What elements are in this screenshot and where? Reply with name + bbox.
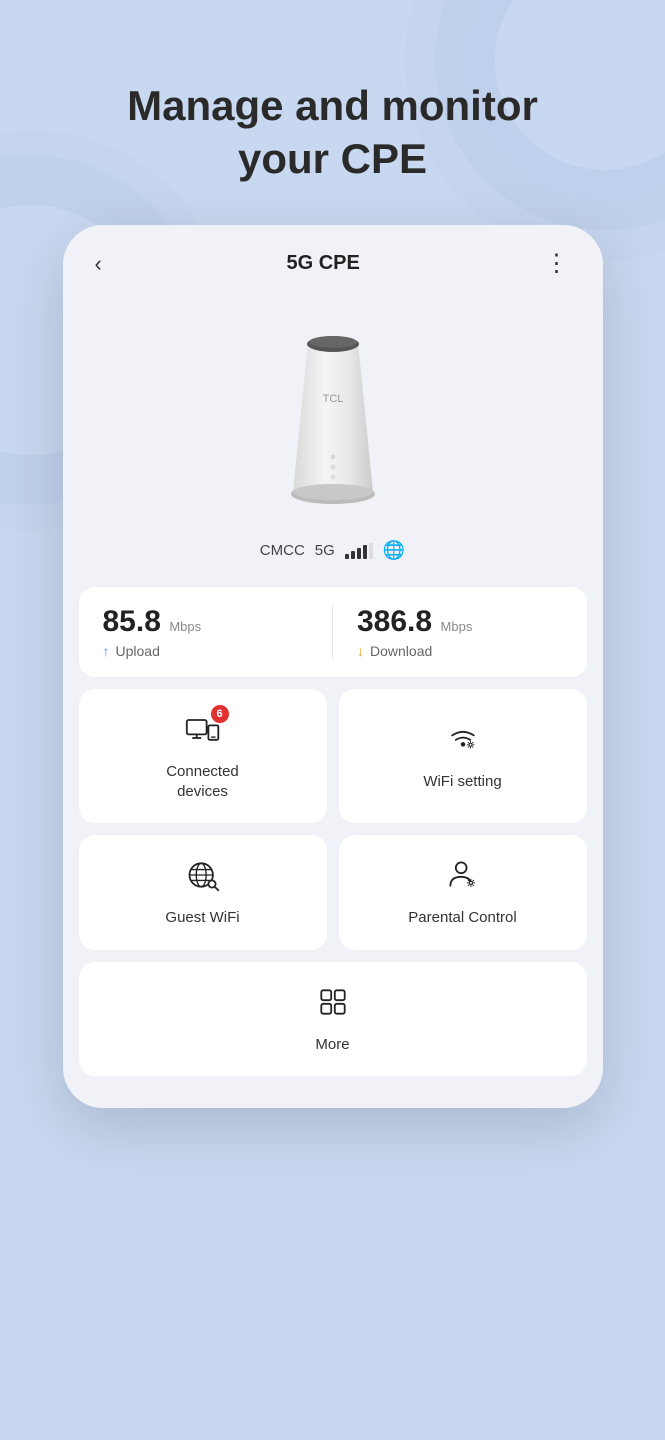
phone-frame: ‹ 5G CPE ⋮ bbox=[63, 225, 603, 1108]
phone-title: 5G CPE bbox=[286, 252, 359, 275]
network-label: 5G bbox=[315, 542, 335, 559]
signal-bar-4 bbox=[363, 545, 367, 559]
upload-label-row: ↑ Upload bbox=[103, 643, 309, 659]
signal-bars bbox=[345, 543, 373, 559]
upload-value: 85.8 bbox=[103, 605, 161, 638]
download-value: 386.8 bbox=[357, 605, 432, 638]
grid-panel: 6 Connecteddevices bbox=[79, 689, 587, 1076]
download-label-row: ↓ Download bbox=[357, 643, 563, 659]
person-gear-icon bbox=[445, 857, 481, 898]
parental-control-label: Parental Control bbox=[408, 908, 516, 928]
more-card[interactable]: More bbox=[79, 962, 587, 1077]
download-arrow-icon: ↓ bbox=[357, 643, 364, 659]
speed-panel: 85.8 Mbps ↑ Upload 386.8 Mbps ↓ Download bbox=[79, 587, 587, 677]
devices-icon: 6 bbox=[185, 711, 221, 752]
device-area: TCL CMCC 5G bbox=[63, 292, 603, 587]
signal-bar-2 bbox=[351, 551, 355, 559]
phone-bottom-padding bbox=[63, 1088, 603, 1108]
parental-control-card[interactable]: Parental Control bbox=[339, 835, 587, 950]
globe-icon: 🌐 bbox=[383, 540, 405, 561]
svg-text:TCL: TCL bbox=[322, 393, 343, 405]
connected-devices-card[interactable]: 6 Connecteddevices bbox=[79, 689, 327, 823]
phone-container: ‹ 5G CPE ⋮ bbox=[0, 225, 665, 1108]
hero-title: Manage and monitor your CPE bbox=[0, 80, 665, 185]
wifi-gear-icon bbox=[445, 721, 481, 762]
download-label: Download bbox=[370, 643, 432, 659]
more-label: More bbox=[315, 1035, 349, 1055]
hero-title-line2: your CPE bbox=[238, 135, 427, 182]
hero-section: Manage and monitor your CPE bbox=[0, 0, 665, 225]
router-image: TCL bbox=[243, 312, 423, 532]
wifi-setting-card[interactable]: WiFi setting bbox=[339, 689, 587, 823]
upload-value-row: 85.8 Mbps bbox=[103, 605, 309, 639]
hero-title-line1: Manage and monitor bbox=[127, 82, 538, 129]
download-speed: 386.8 Mbps ↓ Download bbox=[357, 605, 563, 659]
upload-arrow-icon: ↑ bbox=[103, 643, 110, 659]
wifi-setting-label: WiFi setting bbox=[423, 772, 501, 792]
upload-unit: Mbps bbox=[169, 619, 201, 634]
guest-wifi-card[interactable]: Guest WiFi bbox=[79, 835, 327, 950]
signal-bar-5 bbox=[369, 543, 373, 559]
carrier-label: CMCC bbox=[260, 542, 305, 559]
back-button[interactable]: ‹ bbox=[87, 247, 110, 281]
download-value-row: 386.8 Mbps bbox=[357, 605, 563, 639]
download-unit: Mbps bbox=[441, 619, 473, 634]
status-bar: CMCC 5G 🌐 bbox=[260, 540, 405, 561]
upload-speed: 85.8 Mbps ↑ Upload bbox=[103, 605, 334, 659]
connected-devices-badge: 6 bbox=[211, 705, 229, 723]
more-menu-button[interactable]: ⋮ bbox=[537, 245, 579, 282]
signal-bar-3 bbox=[357, 548, 361, 559]
signal-bar-1 bbox=[345, 554, 349, 559]
connected-devices-label: Connecteddevices bbox=[166, 762, 239, 801]
globe-search-icon bbox=[185, 857, 221, 898]
upload-label: Upload bbox=[116, 643, 160, 659]
phone-header: ‹ 5G CPE ⋮ bbox=[63, 225, 603, 292]
guest-wifi-label: Guest WiFi bbox=[165, 908, 239, 928]
grid-four-icon bbox=[315, 984, 351, 1025]
